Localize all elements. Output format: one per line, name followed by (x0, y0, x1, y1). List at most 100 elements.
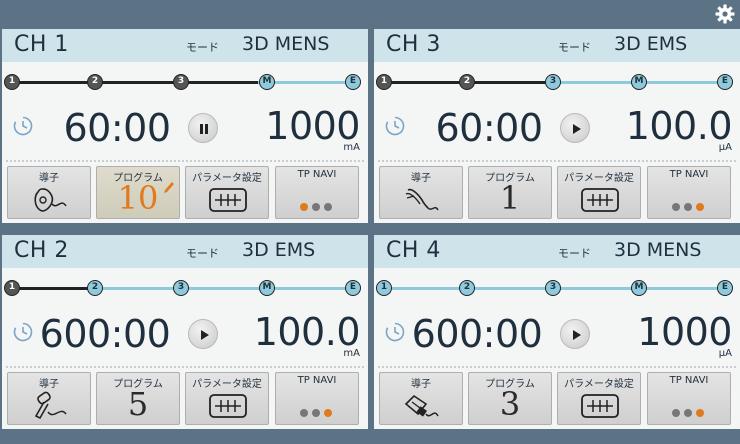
tp-navi-button[interactable]: TP NAVI (275, 166, 359, 219)
tp-navi-dot (696, 409, 704, 417)
intensity-unit: μA (718, 348, 732, 359)
step-node: E (717, 280, 733, 296)
mode-label: モード (558, 41, 591, 54)
parameter-label: パラメータ設定 (564, 379, 634, 390)
electrode-button[interactable]: 導子 (379, 372, 463, 425)
tp-navi-dot (684, 203, 692, 211)
step-node: 2 (459, 74, 475, 90)
pause-button[interactable] (188, 113, 218, 143)
channel-panel-ch1: CH 1 モード 3D MENS 123ME 60:00 1000 mA 導子 … (2, 29, 368, 223)
program-button[interactable]: プログラム 3 (468, 372, 552, 425)
channel-panel-ch4: CH 4 モード 3D MENS 1 2 3 M E 600:00 1000 μA 導子… (374, 235, 740, 429)
mode-value[interactable]: 3D MENS (242, 33, 329, 55)
step-progress: 1 2 3 M E (374, 275, 740, 301)
parameter-grid-icon (209, 394, 247, 418)
progress-line-done (12, 81, 258, 84)
channel-header: CH 1 モード 3D MENS (2, 29, 368, 62)
tp-navi-label: TP NAVI (669, 169, 709, 180)
intensity-unit: mA (343, 348, 360, 359)
channel-panel-ch2: CH 2 モード 3D EMS 123ME 600:00 100.0 mA 導子… (2, 235, 368, 429)
probe-electrode-icon (34, 391, 67, 420)
channel-name: CH 2 (14, 238, 69, 263)
channel-name: CH 1 (14, 32, 69, 57)
program-number: 1 (499, 179, 521, 217)
tp-navi-label: TP NAVI (669, 375, 709, 386)
step-node: E (717, 74, 733, 90)
parameter-settings-button[interactable]: パラメータ設定 (185, 166, 269, 219)
play-button[interactable] (560, 113, 590, 143)
play-button[interactable] (560, 319, 590, 349)
electrode-button[interactable]: 導子 (379, 166, 463, 219)
tp-navi-indicator (298, 402, 338, 417)
step-node: 1 (4, 74, 20, 90)
program-button[interactable]: プログラム 1 (468, 166, 552, 219)
program-number: 3 (499, 385, 521, 423)
tp-navi-button[interactable]: TP NAVI (647, 372, 731, 425)
intensity-unit: μA (718, 142, 732, 153)
progress-line-remaining (97, 287, 353, 290)
tp-navi-dot (696, 203, 704, 211)
parameter-label: パラメータ設定 (192, 173, 262, 184)
program-button[interactable]: プログラム 5 (96, 372, 180, 425)
tp-navi-button[interactable]: TP NAVI (647, 166, 731, 219)
electrode-label: 導子 (39, 173, 59, 184)
channel-header: CH 4 モード 3D MENS (374, 235, 740, 268)
step-node: 3 (173, 74, 189, 90)
program-number: 5 (127, 385, 149, 423)
intensity-display[interactable]: 100.0 (626, 104, 733, 148)
timer-display[interactable]: 60:00 (42, 106, 192, 150)
divider (378, 160, 736, 162)
mode-value[interactable]: 3D MENS (614, 239, 701, 261)
pad-electrode-icon (34, 188, 67, 212)
play-icon (573, 124, 581, 134)
tp-navi-dot (312, 409, 320, 417)
tp-navi-dot (672, 409, 680, 417)
tp-navi-indicator (298, 196, 338, 211)
step-node: 3 (545, 74, 561, 90)
tp-navi-dot (312, 203, 320, 211)
pause-icon (200, 124, 208, 134)
intensity-unit: mA (343, 142, 360, 153)
step-node: 1 (376, 74, 392, 90)
parameter-settings-button[interactable]: パラメータ設定 (557, 372, 641, 425)
tp-navi-dot (672, 203, 680, 211)
play-button[interactable] (188, 319, 218, 349)
step-node: M (259, 74, 275, 90)
step-node: 2 (459, 280, 475, 296)
parameter-label: パラメータ設定 (564, 173, 634, 184)
step-progress: 1 2 3 M E (2, 69, 368, 95)
timer-display[interactable]: 60:00 (414, 106, 564, 150)
mode-label: モード (186, 41, 219, 54)
channel-panel-ch3: CH 3 モード 3D EMS 123ME 60:00 100.0 μA 導子 … (374, 29, 740, 223)
parameter-grid-icon (209, 188, 247, 212)
mode-value[interactable]: 3D EMS (242, 239, 315, 261)
parameter-grid-icon (581, 188, 619, 212)
program-button[interactable]: プログラム 10 (96, 166, 180, 219)
electrode-button[interactable]: 導子 (7, 372, 91, 425)
tp-navi-dot (300, 203, 308, 211)
electrode-button[interactable]: 導子 (7, 166, 91, 219)
tp-navi-button[interactable]: TP NAVI (275, 372, 359, 425)
clock-icon (385, 116, 405, 136)
mode-label: モード (186, 247, 219, 260)
channel-name: CH 4 (386, 238, 441, 263)
gear-icon[interactable] (715, 4, 735, 24)
timer-display[interactable]: 600:00 (402, 312, 552, 356)
parameter-settings-button[interactable]: パラメータ設定 (557, 166, 641, 219)
intensity-display[interactable]: 1000 (637, 310, 732, 354)
parameter-settings-button[interactable]: パラメータ設定 (185, 372, 269, 425)
step-progress: 1 2 3 M E (2, 275, 368, 301)
parameter-label: パラメータ設定 (192, 379, 262, 390)
tp-navi-dot (324, 409, 332, 417)
mode-value[interactable]: 3D EMS (614, 33, 687, 55)
channel-name: CH 3 (386, 32, 441, 57)
step-node: E (345, 280, 361, 296)
step-node: 2 (87, 280, 103, 296)
timer-display[interactable]: 600:00 (30, 312, 180, 356)
tp-navi-dot (324, 203, 332, 211)
tp-navi-dot (684, 409, 692, 417)
divider (6, 366, 364, 368)
channel-header: CH 3 モード 3D EMS (374, 29, 740, 62)
tp-navi-indicator (670, 402, 710, 417)
step-node: M (259, 280, 275, 296)
